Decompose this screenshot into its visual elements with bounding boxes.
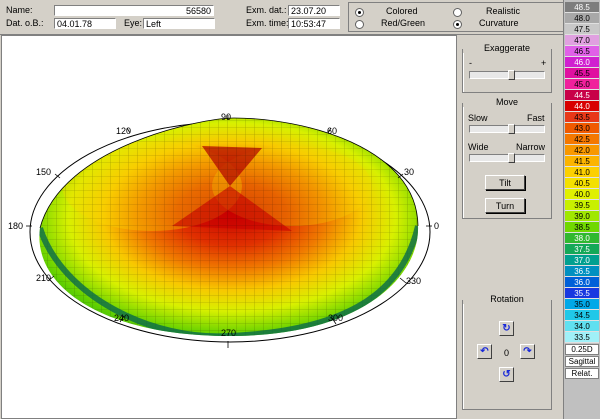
scale-cell-33.5: 33.5 (565, 332, 599, 343)
fast-label: Fast (527, 113, 545, 123)
rotate-down-icon[interactable]: ↺ (499, 367, 514, 382)
scale-cell-45.5: 45.5 (565, 68, 599, 79)
move-title: Move (463, 97, 551, 107)
name-label: Name: (6, 5, 33, 15)
width-slider[interactable] (469, 153, 545, 163)
slow-label: Slow (468, 113, 488, 123)
rotate-right-icon[interactable]: ↷ (520, 344, 535, 359)
angle-label-180: 180 (8, 221, 24, 231)
scale-cell-35.5: 35.5 (565, 288, 599, 299)
scale-cell-40.0: 40.0 (565, 189, 599, 200)
scale-cell-35.0: 35.0 (565, 299, 599, 310)
dob-label: Dat. o.B.: (6, 18, 44, 28)
exaggerate-slider[interactable] (469, 70, 545, 80)
tilt-button[interactable]: Tilt (485, 175, 525, 190)
control-panel: Exaggerate - + Move Slow Fast Wide Narro… (457, 35, 561, 417)
rotate-left-icon[interactable]: ↶ (477, 344, 492, 359)
scale-cell-42.0: 42.0 (565, 145, 599, 156)
cornea-surface-svg (26, 115, 432, 348)
move-group: Move Slow Fast Wide Narrow Tilt Turn (462, 97, 552, 219)
scale-step-label: 0.25D (565, 344, 599, 355)
scale-cell-44.0: 44.0 (565, 101, 599, 112)
angle-label-300: 300 (328, 313, 344, 323)
scale-mode-label[interactable]: Sagittal (565, 356, 599, 367)
scale-cell-40.5: 40.5 (565, 178, 599, 189)
header-bar: Name: 56580 Dat. o.B.: 04.01.78 Eye: Lef… (0, 0, 564, 35)
rotate-up-icon[interactable]: ↻ (499, 321, 514, 336)
radio-colored[interactable] (355, 8, 364, 17)
rotation-group: Rotation ↻ ↶ 0 ↷ ↺ (462, 294, 552, 410)
scale-cell-34.5: 34.5 (565, 310, 599, 321)
exam-time-field[interactable]: 10:53:47 (288, 18, 340, 29)
scale-cell-45.0: 45.0 (565, 79, 599, 90)
rotation-title: Rotation (463, 294, 551, 304)
scale-cell-43.5: 43.5 (565, 112, 599, 123)
exaggerate-plus: + (541, 58, 547, 68)
narrow-label: Narrow (516, 142, 546, 152)
angle-label-90: 90 (221, 112, 232, 122)
exaggerate-minus: - (469, 58, 472, 68)
angle-label-240: 240 (114, 313, 130, 323)
scale-cell-48.5: 48.5 (565, 2, 599, 13)
exaggerate-title: Exaggerate (463, 43, 551, 53)
scale-cell-39.5: 39.5 (565, 200, 599, 211)
scale-cell-41.0: 41.0 (565, 167, 599, 178)
scale-cell-48.0: 48.0 (565, 13, 599, 24)
width-slider-thumb[interactable] (508, 153, 515, 163)
angle-label-120: 120 (116, 126, 132, 136)
scale-cell-36.5: 36.5 (565, 266, 599, 277)
angle-label-330: 330 (406, 276, 422, 286)
angle-label-30: 30 (404, 167, 415, 177)
radio-realistic[interactable] (453, 8, 462, 17)
radio-colored-label: Colored (386, 6, 418, 16)
radio-red-green-label: Red/Green (381, 18, 426, 28)
scale-cell-38.0: 38.0 (565, 233, 599, 244)
color-scale: 48.5 48.0 47.5 47.0 46.5 46.0 45.5 45.0 44.5 44.0… (563, 0, 600, 419)
angle-label-0: 0 (434, 221, 440, 231)
speed-slider-thumb[interactable] (508, 124, 515, 134)
scale-cell-44.5: 44.5 (565, 90, 599, 101)
rotation-value: 0 (504, 348, 510, 358)
dob-field[interactable]: 04.01.78 (54, 18, 116, 29)
scale-cell-36.0: 36.0 (565, 277, 599, 288)
angle-label-210: 210 (36, 273, 52, 283)
speed-slider[interactable] (469, 124, 545, 134)
scale-cell-34.0: 34.0 (565, 321, 599, 332)
eye-label: Eye: (124, 18, 143, 28)
wide-label: Wide (468, 142, 489, 152)
exam-date-label: Exm. dat.: (246, 5, 287, 15)
radio-curvature[interactable] (453, 20, 462, 29)
angle-label-60: 60 (327, 126, 338, 136)
topography-3d-plot[interactable]: 0 30 60 90 120 150 180 210 240 270 300 3… (1, 35, 457, 419)
exaggerate-group: Exaggerate - + (462, 43, 552, 93)
scale-cell-47.0: 47.0 (565, 35, 599, 46)
exam-date-field[interactable]: 23.07.20 (288, 5, 340, 16)
scale-cell-46.5: 46.5 (565, 46, 599, 57)
display-mode-group: Colored Red/Green Realistic Curvature (348, 2, 564, 32)
scale-cell-39.0: 39.0 (565, 211, 599, 222)
scale-cell-47.5: 47.5 (565, 24, 599, 35)
turn-button[interactable]: Turn (485, 198, 525, 213)
scale-cell-37.5: 37.5 (565, 244, 599, 255)
scale-cell-38.5: 38.5 (565, 222, 599, 233)
angle-label-270: 270 (221, 328, 237, 338)
scale-cell-41.5: 41.5 (565, 156, 599, 167)
radio-red-green[interactable] (355, 20, 364, 29)
name-field[interactable]: 56580 (54, 5, 214, 16)
exaggerate-slider-thumb[interactable] (508, 70, 515, 80)
eye-field[interactable]: Left (143, 18, 215, 29)
scale-cell-43.0: 43.0 (565, 123, 599, 134)
radio-realistic-label: Realistic (486, 6, 521, 16)
angle-label-150: 150 (36, 167, 52, 177)
scale-cell-42.5: 42.5 (565, 134, 599, 145)
scale-cell-46.0: 46.0 (565, 57, 599, 68)
scale-ref-label[interactable]: Relat. (565, 368, 599, 379)
scale-cell-37.0: 37.0 (565, 255, 599, 266)
exam-time-label: Exm. time: (246, 18, 289, 28)
radio-curvature-label: Curvature (479, 18, 519, 28)
